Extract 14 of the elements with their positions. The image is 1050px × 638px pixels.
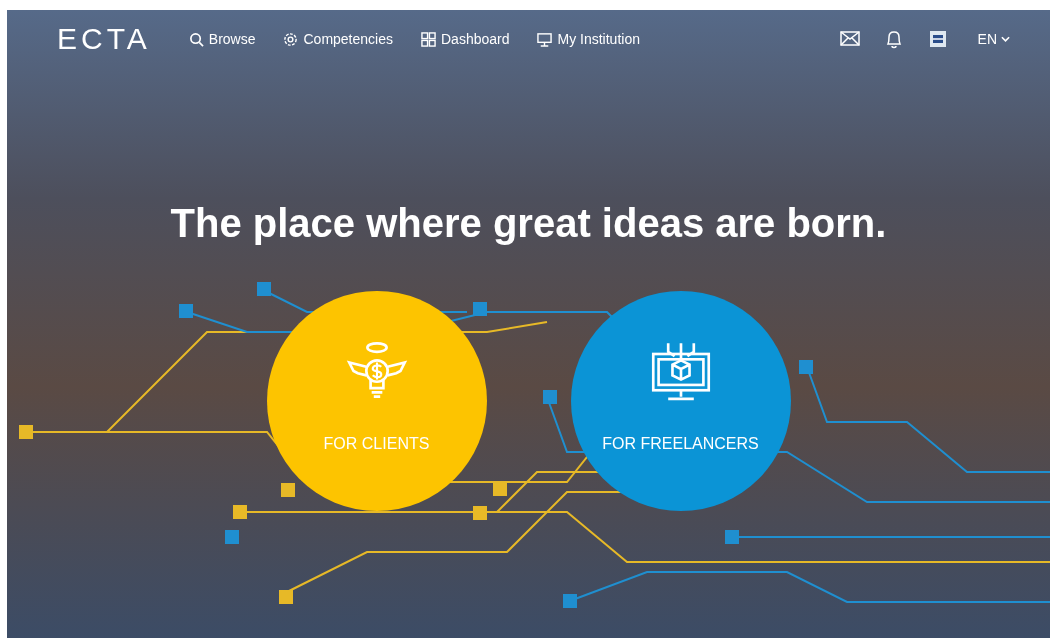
lightbulb-wings-icon <box>344 339 409 401</box>
monitor-icon <box>537 31 553 47</box>
nav-link[interactable]: Competencies <box>283 31 393 47</box>
logo[interactable]: ECTA <box>57 22 151 56</box>
nav-link[interactable]: My Institution <box>537 31 640 47</box>
grid-icon <box>421 31 436 47</box>
nav-link[interactable]: Browse <box>188 31 256 47</box>
search-icon <box>188 31 204 47</box>
nav-link[interactable]: Dashboard <box>421 31 510 47</box>
category-button[interactable]: FOR FREELANCERS <box>570 291 791 511</box>
language-selector[interactable]: EN <box>977 31 1010 47</box>
gear-icon <box>283 31 299 47</box>
headline: The place where great ideas are born. <box>170 200 887 246</box>
caret-icon <box>1001 36 1010 42</box>
